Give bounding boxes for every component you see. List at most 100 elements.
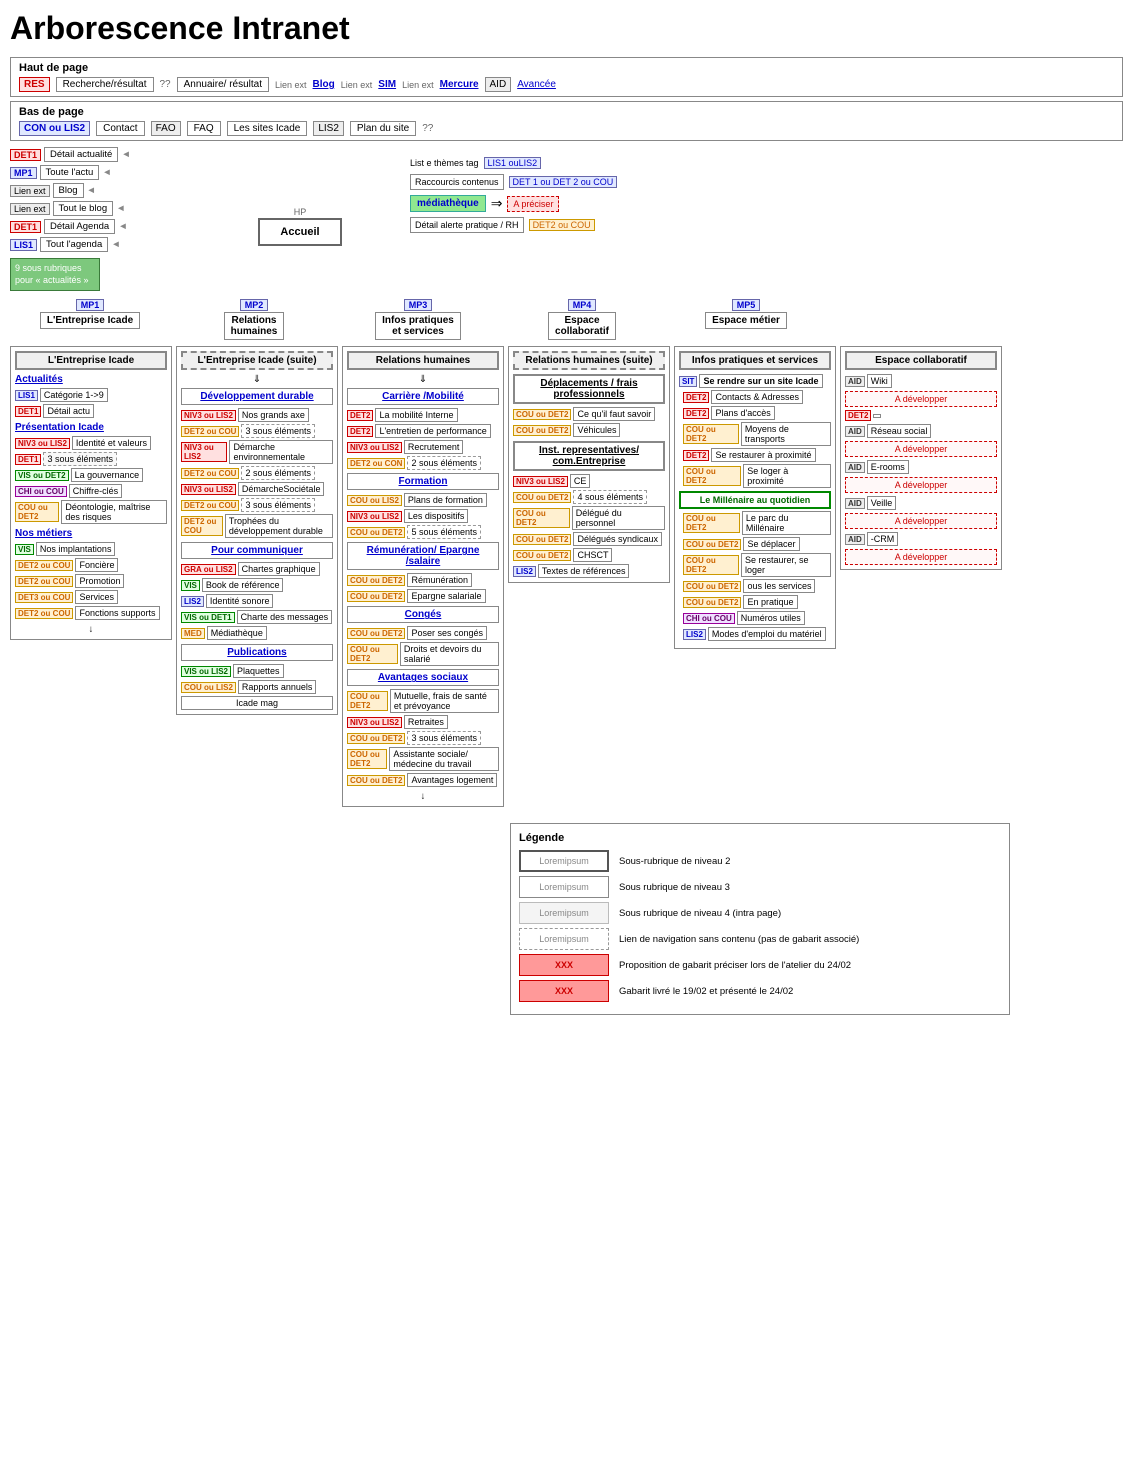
col6-espace: Espace collaboratif AID Wiki A développe…	[840, 346, 1002, 570]
contact-box[interactable]: Contact	[96, 121, 144, 136]
mercure-link[interactable]: Mercure	[440, 79, 479, 90]
raccourcis-label: Raccourcis contenus	[410, 174, 504, 190]
box-blog: Blog	[53, 183, 84, 198]
accueil-box: Accueil	[258, 218, 341, 246]
haut-bar: RES Recherche/résultat ?? Annuaire/ résu…	[19, 77, 1114, 92]
mp5-label: Espace métier	[705, 312, 787, 329]
a-preciser-box: A préciser	[507, 196, 559, 212]
mp4-label: Espacecollaboratif	[548, 312, 616, 340]
legend-row5: XXX Proposition de gabarit préciser lors…	[519, 954, 1001, 976]
nav-item-det1-actualite: DET1 Détail actualité ◄	[10, 147, 210, 162]
box-toute-actu: Toute l'actu	[40, 165, 100, 180]
col2-title: L'Entreprise Icade (suite)	[181, 351, 333, 370]
nav-item-det1-agenda: DET1 Détail Agenda ◄	[10, 219, 210, 234]
detail-alerte-label: Détail alerte pratique / RH	[410, 217, 524, 233]
conges-section: Congés COU ou DET2 Poser ses congés COU …	[347, 606, 499, 666]
raccourcis-badge: DET 1 ou DET 2 ou COU	[509, 176, 618, 188]
haut-label: Haut de page	[19, 62, 1114, 74]
mediatheque-label: médiathèque	[410, 195, 486, 212]
les-sites-box[interactable]: Les sites Icade	[227, 121, 308, 136]
legend-box: Légende Loremipsum Sous-rubrique de nive…	[510, 823, 1010, 1015]
bas-section: Bas de page CON ou LIS2 Contact FAO FAQ …	[10, 101, 1123, 141]
box-tout-blog: Tout le blog	[53, 201, 114, 216]
legend-row1: Loremipsum Sous-rubrique de niveau 2	[519, 850, 1001, 872]
avancee-link[interactable]: Avancée	[517, 79, 556, 90]
legend-row2: Loremipsum Sous rubrique de niveau 3	[519, 876, 1001, 898]
dev-durable: Développement durable NIV3 ou LIS2 Nos g…	[181, 388, 333, 538]
right-tags-area: List e thèmes tag LIS1 ouLIS2 Raccourcis…	[390, 147, 1110, 233]
legend-desc4: Lien de navigation sans contenu (pas de …	[619, 934, 859, 945]
mp1-label: L'Entreprise Icade	[40, 312, 140, 329]
presentation-section: Présentation Icade NIV3 ou LIS2 Identité…	[15, 422, 167, 524]
col2-suite: L'Entreprise Icade (suite) ⇓ Développeme…	[176, 346, 338, 715]
millenaire-section: Le Millénaire au quotidien COU ou DET2 L…	[679, 491, 831, 641]
col5-title: Infos pratiques et services	[679, 351, 831, 370]
presentation-header: Présentation Icade	[15, 422, 167, 433]
faq-box[interactable]: FAQ	[187, 121, 221, 136]
lien-ext-label3: Lien ext	[402, 80, 434, 90]
det2-cou-badge: DET2 ou COU	[529, 219, 595, 231]
col5-infos: Infos pratiques et services SIT Se rendr…	[674, 346, 836, 649]
diagram-area: DET1 Détail actualité ◄ MP1 Toute l'actu…	[10, 147, 1110, 1015]
sep1: ??	[160, 79, 171, 90]
mp2-node: MP2 Relationshumaines	[174, 299, 334, 340]
mp1-node: MP1 L'Entreprise Icade	[10, 299, 170, 329]
plan-box[interactable]: Plan du site	[350, 121, 416, 136]
con-tag: CON ou LIS2	[19, 121, 90, 136]
det1-badge1: DET1	[10, 149, 41, 161]
legend-row3: Loremipsum Sous rubrique de niveau 4 (in…	[519, 902, 1001, 924]
nav-item-blog: Lien ext Blog ◄	[10, 183, 210, 198]
lis1-badge1: LIS1	[10, 239, 37, 251]
legend-desc6: Gabarit livré le 19/02 et présenté le 24…	[619, 986, 793, 997]
mediatheque-row: médiathèque ⇒ A préciser	[410, 195, 1110, 212]
recherche-box[interactable]: Recherche/résultat	[56, 77, 154, 92]
actualites-header: Actualités	[15, 374, 167, 385]
col4-title: Relations humaines (suite)	[513, 351, 665, 370]
deplacements-section: Déplacements / frais professionnels COU …	[513, 374, 665, 437]
lien-ext-b2: Lien ext	[10, 203, 50, 215]
aid-tag: AID	[485, 77, 512, 92]
mp3-label: Infos pratiqueset services	[375, 312, 461, 340]
nav-item-lis1-agenda: LIS1 Tout l'agenda ◄	[10, 237, 210, 252]
content-columns: L'Entreprise Icade Actualités LIS1 Catég…	[10, 346, 1110, 807]
legend-row4: Loremipsum Lien de navigation sans conte…	[519, 928, 1001, 950]
col1-entreprise: L'Entreprise Icade Actualités LIS1 Catég…	[10, 346, 172, 640]
legend-desc5: Proposition de gabarit préciser lors de …	[619, 960, 851, 971]
fao-tag: FAO	[151, 121, 181, 136]
lis1-lis2-badge: LIS1 ouLIS2	[484, 157, 542, 169]
nos-metiers-section: Nos métiers VIS Nos implantations DET2 o…	[15, 528, 167, 620]
annuaire-box[interactable]: Annuaire/ résultat	[177, 77, 269, 92]
col6-title: Espace collaboratif	[845, 351, 997, 370]
center-hp: HP Accueil	[210, 147, 390, 246]
sep2: ??	[422, 123, 433, 134]
legend-desc3: Sous rubrique de niveau 4 (intra page)	[619, 908, 781, 919]
nav-item-mp1-toute: MP1 Toute l'actu ◄	[10, 165, 210, 180]
remuneration-section: Rémunération/ Epargne /salaire COU ou DE…	[347, 542, 499, 603]
mp3-badge-main: MP3	[404, 299, 433, 311]
blog-link[interactable]: Blog	[313, 79, 335, 90]
box-tout-agenda: Tout l'agenda	[40, 237, 108, 252]
mp-row: MP1 L'Entreprise Icade MP2 Relationshuma…	[10, 299, 1110, 340]
legend-row6: XXX Gabarit livré le 19/02 et présenté l…	[519, 980, 1001, 1002]
mp5-node: MP5 Espace métier	[666, 299, 826, 329]
nav-item-tout-blog: Lien ext Tout le blog ◄	[10, 201, 210, 216]
header-section: Haut de page RES Recherche/résultat ?? A…	[10, 57, 1123, 97]
mp1-badge1: MP1	[10, 167, 37, 179]
box-detail-actualite: Détail actualité	[44, 147, 118, 162]
publications: Publications VIS ou LIS2 Plaquettes COU …	[181, 644, 333, 710]
mp4-badge-main: MP4	[568, 299, 597, 311]
raccourcis-row: Raccourcis contenus DET 1 ou DET 2 ou CO…	[410, 174, 1110, 190]
sim-link[interactable]: SIM	[378, 79, 396, 90]
lien-ext-label2: Lien ext	[341, 80, 373, 90]
mp3-node: MP3 Infos pratiqueset services	[338, 299, 498, 340]
top-flow: DET1 Détail actualité ◄ MP1 Toute l'actu…	[10, 147, 1110, 291]
lien-ext-b1: Lien ext	[10, 185, 50, 197]
hp-label: HP	[294, 207, 307, 217]
res-tag: RES	[19, 77, 50, 92]
page-title: Arborescence Intranet	[10, 10, 1123, 47]
pour-communiquer: Pour communiquer GRA ou LIS2 Chartes gra…	[181, 542, 333, 640]
mp2-badge-main: MP2	[240, 299, 269, 311]
green-note-box: 9 sous rubriques pour « actualités »	[10, 258, 100, 291]
bas-bar: CON ou LIS2 Contact FAO FAQ Les sites Ic…	[19, 121, 1114, 136]
mp2-label: Relationshumaines	[224, 312, 285, 340]
